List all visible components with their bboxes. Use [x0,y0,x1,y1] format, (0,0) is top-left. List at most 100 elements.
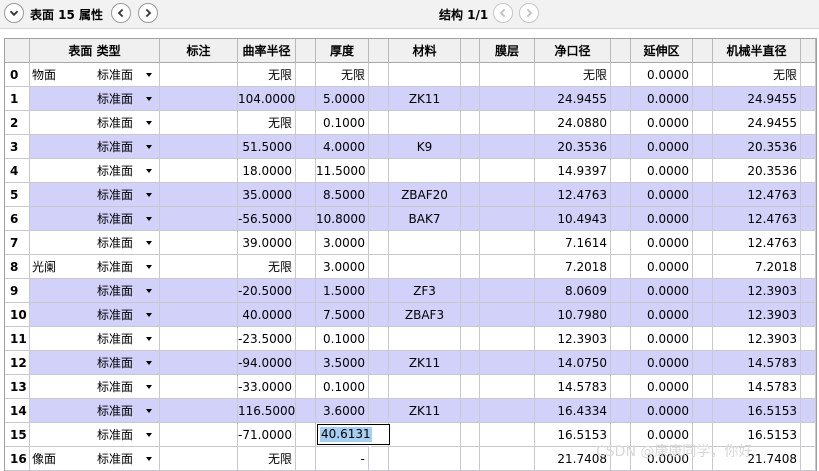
comment-cell[interactable] [160,159,238,183]
collapse-button[interactable] [4,3,24,23]
coating-cell[interactable] [480,255,535,279]
chip-solve-cell[interactable] [693,399,713,423]
material-solve-cell[interactable] [461,183,480,207]
radius-cell[interactable]: 18.0000 [238,159,296,183]
radius-cell[interactable]: -33.0000 [238,375,296,399]
column-header-radius-solve[interactable] [296,39,316,63]
material-solve-cell[interactable] [461,303,480,327]
radius-solve-cell[interactable] [296,399,316,423]
radius-cell[interactable]: 无限 [238,255,296,279]
surface-type-cell[interactable]: 标准面 [30,231,160,255]
material-cell[interactable] [389,159,461,183]
coating-cell[interactable] [480,423,535,447]
comment-cell[interactable] [160,423,238,447]
prev-structure-button[interactable] [493,3,513,23]
material-solve-cell[interactable] [461,279,480,303]
material-solve-cell[interactable] [461,87,480,111]
column-header-type[interactable]: 表面 类型 [30,39,160,63]
clear-solve-cell[interactable] [611,135,631,159]
mech-semi-diameter-cell[interactable]: 24.9455 [713,87,801,111]
coating-cell[interactable] [480,303,535,327]
mech-solve-cell[interactable] [801,183,816,207]
thickness-solve-cell[interactable] [369,375,389,399]
mech-semi-diameter-cell[interactable]: 12.3903 [713,303,801,327]
surface-type-cell[interactable]: 标准面 [30,399,160,423]
surface-type-cell[interactable]: 标准面 [30,207,160,231]
clear-semi-diameter-cell[interactable]: 8.0609 [535,279,611,303]
chip-zone-cell[interactable]: 0.0000 [631,183,693,207]
surface-type-cell[interactable]: 标准面 [30,303,160,327]
chip-solve-cell[interactable] [693,231,713,255]
radius-solve-cell[interactable] [296,255,316,279]
material-cell[interactable]: ZBAF20 [389,183,461,207]
clear-solve-cell[interactable] [611,327,631,351]
table-row[interactable]: 1 标准面 104.0000 5.0000 ZK11 24.9455 0.0000 24.94… [5,87,816,111]
table-row[interactable]: 0 物面 标准面 无限 无限 无限 0.0000 无限 [5,63,816,87]
material-solve-cell[interactable] [461,231,480,255]
coating-cell[interactable] [480,135,535,159]
comment-cell[interactable] [160,135,238,159]
dropdown-arrow-icon[interactable] [146,193,152,197]
column-header-clear-solve[interactable] [611,39,631,63]
thickness-cell[interactable]: 8.5000 [316,183,369,207]
surface-type-cell[interactable]: 标准面 [30,423,160,447]
clear-semi-diameter-cell[interactable]: 无限 [535,63,611,87]
material-cell[interactable]: ZK11 [389,351,461,375]
clear-semi-diameter-cell[interactable]: 10.4943 [535,207,611,231]
comment-cell[interactable] [160,87,238,111]
radius-cell[interactable]: 无限 [238,63,296,87]
dropdown-arrow-icon[interactable] [146,457,152,461]
mech-solve-cell[interactable] [801,255,816,279]
material-solve-cell[interactable] [461,255,480,279]
clear-solve-cell[interactable] [611,183,631,207]
coating-cell[interactable] [480,351,535,375]
comment-cell[interactable] [160,231,238,255]
dropdown-arrow-icon[interactable] [146,337,152,341]
material-cell[interactable] [389,447,461,471]
clear-solve-cell[interactable] [611,159,631,183]
radius-cell[interactable]: 无限 [238,447,296,471]
material-solve-cell[interactable] [461,423,480,447]
radius-cell[interactable]: 39.0000 [238,231,296,255]
material-solve-cell[interactable] [461,135,480,159]
material-solve-cell[interactable] [461,207,480,231]
column-header-mech-solve[interactable] [801,39,816,63]
mech-solve-cell[interactable] [801,423,816,447]
dropdown-arrow-icon[interactable] [146,217,152,221]
surface-type-cell[interactable]: 标准面 [30,351,160,375]
material-cell[interactable] [389,231,461,255]
chip-solve-cell[interactable] [693,303,713,327]
column-header-thickness-solve[interactable] [369,39,389,63]
radius-cell[interactable]: 35.0000 [238,183,296,207]
prev-surface-button[interactable] [111,3,131,23]
radius-solve-cell[interactable] [296,375,316,399]
chip-solve-cell[interactable] [693,183,713,207]
radius-solve-cell[interactable] [296,423,316,447]
mech-solve-cell[interactable] [801,303,816,327]
thickness-solve-cell[interactable] [369,63,389,87]
material-cell[interactable] [389,255,461,279]
thickness-cell[interactable]: 3.5000 [316,351,369,375]
clear-solve-cell[interactable] [611,231,631,255]
clear-semi-diameter-cell[interactable]: 12.3903 [535,327,611,351]
coating-cell[interactable] [480,63,535,87]
next-structure-button[interactable] [519,3,539,23]
chip-solve-cell[interactable] [693,63,713,87]
mech-solve-cell[interactable] [801,231,816,255]
radius-cell[interactable]: -56.5000 [238,207,296,231]
surface-type-cell[interactable]: 标准面 [30,135,160,159]
chip-zone-cell[interactable]: 0.0000 [631,207,693,231]
radius-cell[interactable]: 51.5000 [238,135,296,159]
dropdown-arrow-icon[interactable] [146,73,152,77]
mech-semi-diameter-cell[interactable]: 无限 [713,63,801,87]
next-surface-button[interactable] [138,3,158,23]
thickness-cell[interactable]: 3.0000 [316,255,369,279]
surface-type-cell[interactable]: 标准面 [30,111,160,135]
chip-zone-cell[interactable]: 0.0000 [631,87,693,111]
dropdown-arrow-icon[interactable] [146,313,152,317]
clear-solve-cell[interactable] [611,279,631,303]
thickness-cell[interactable]: 5.0000 [316,87,369,111]
chip-zone-cell[interactable]: 0.0000 [631,303,693,327]
comment-cell[interactable] [160,111,238,135]
radius-solve-cell[interactable] [296,159,316,183]
